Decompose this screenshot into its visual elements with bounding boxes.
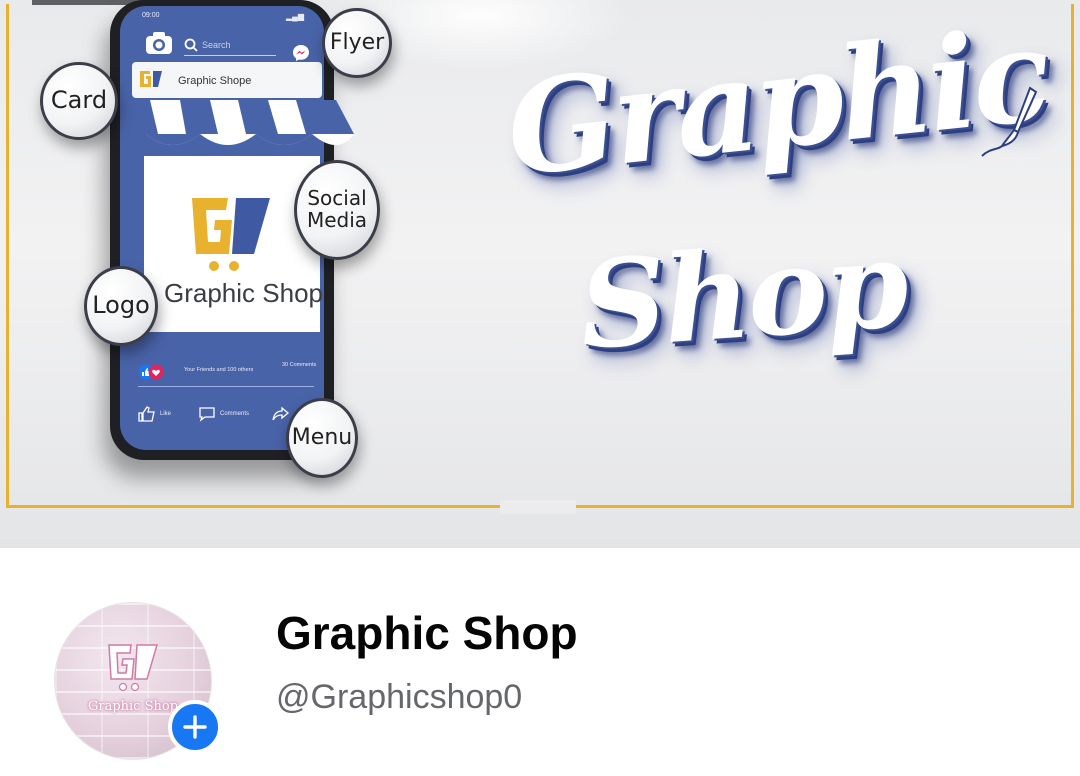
bubble-flyer: Flyer (322, 8, 392, 78)
bubble-logo-label: Logo (92, 291, 150, 320)
add-story-button[interactable] (168, 700, 222, 754)
bubble-social-line1: Social (307, 186, 367, 211)
phone-page-card: Graphic Shop (144, 156, 323, 332)
share-icon (272, 406, 290, 421)
bubble-flyer-label: Flyer (329, 30, 385, 56)
bubble-card: Card (40, 62, 118, 140)
page-header-strip: Graphic Shope (132, 62, 322, 98)
bubble-logo: Logo (84, 266, 158, 346)
bubble-social-line2: Media (306, 208, 368, 232)
search-input: Search (184, 36, 276, 56)
comment-icon (199, 407, 215, 422)
cover-photo[interactable]: 09:00 ▂▄▆ Search Graphic Shope Graphic S… (0, 0, 1080, 548)
phone-comment-action: Comments (198, 406, 249, 422)
bubble-social-media: Social Media (294, 160, 380, 260)
like-heart-reaction-icon (138, 364, 164, 380)
messenger-icon (293, 45, 309, 61)
search-placeholder: Search (202, 40, 231, 50)
script-title-line2: Shop (575, 213, 910, 377)
status-time: 09:00 (142, 12, 160, 19)
page-handle: @Graphicshop0 (276, 678, 523, 716)
phone-screen: 09:00 ▂▄▆ Search Graphic Shope Graphic S… (120, 6, 324, 450)
bubble-menu-label: Menu (291, 425, 353, 451)
bubble-menu: Menu (286, 398, 358, 478)
store-awning (128, 100, 354, 145)
phone-reactions-row: Your Friends and 100 others 30 Comments (138, 360, 320, 384)
shop-logo-icon (140, 71, 162, 87)
bubble-social-label: Social Media (307, 188, 367, 231)
plus-icon (183, 715, 207, 739)
comments-count: 30 Comments (282, 362, 317, 368)
phone-card-name: Graphic Shop (164, 278, 323, 308)
phone-page-name: Graphic Shope (178, 75, 252, 87)
comments-label: Comments (220, 411, 250, 417)
reactions-text: Your Friends and 100 others (184, 367, 254, 373)
signal-icon: ▂▄▆ (286, 12, 304, 21)
profile-section: Graphic Shop Graphic Shop @Graphicshop0 (0, 548, 1080, 776)
thumbs-up-icon (138, 406, 155, 422)
page-title: Graphic Shop (276, 607, 578, 659)
phone-divider (138, 386, 314, 387)
phone-share-action (272, 406, 290, 422)
like-label: Like (160, 411, 172, 417)
avatar-logo-icon (108, 644, 159, 692)
camera-icon (146, 32, 172, 54)
gold-frame-gap (500, 500, 576, 514)
script-title: Graphic Shop (500, 0, 1054, 436)
search-icon (184, 38, 198, 52)
shop-cart-logo-icon (192, 198, 270, 271)
bubble-card-label: Card (50, 86, 108, 115)
phone-like-action: Like (138, 406, 171, 422)
paintbrush-icon (981, 86, 1038, 157)
